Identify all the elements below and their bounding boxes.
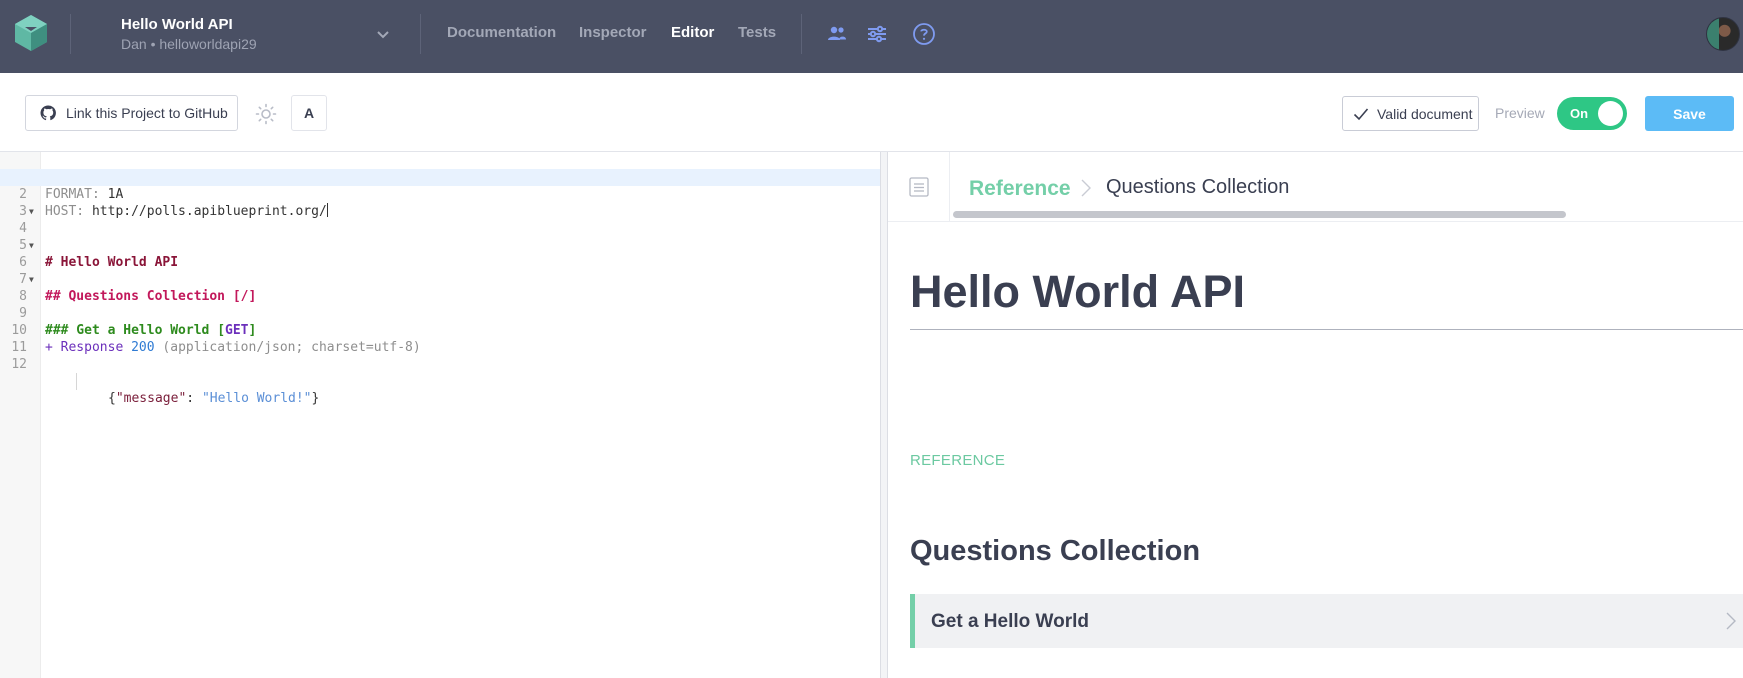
link-github-label: Link this Project to GitHub bbox=[66, 105, 228, 121]
breadcrumb-current: Questions Collection bbox=[1106, 176, 1290, 198]
line-number: 12 bbox=[11, 357, 27, 372]
nav-editor[interactable]: Editor bbox=[671, 24, 714, 41]
avatar[interactable] bbox=[1706, 17, 1740, 51]
fold-arrow-icon[interactable]: ▼ bbox=[29, 203, 34, 220]
chevron-right-icon bbox=[1726, 612, 1736, 630]
code-line[interactable]: 6 ▼ ## Questions Collection [/] bbox=[0, 237, 880, 304]
chevron-down-icon[interactable] bbox=[375, 26, 391, 42]
code-line[interactable]: 12 {"message": "Hello World!"} bbox=[0, 339, 880, 406]
link-github-button[interactable]: Link this Project to GitHub bbox=[25, 95, 238, 131]
team-icon[interactable] bbox=[825, 22, 849, 46]
code-line[interactable]: 11 bbox=[0, 322, 880, 355]
divider bbox=[801, 14, 802, 54]
code-editor[interactable]: 1 FORMAT: 1A 2 HOST: http://polls.apiblu… bbox=[0, 152, 880, 678]
valid-document-label: Valid document bbox=[1377, 105, 1473, 122]
pane-splitter[interactable] bbox=[880, 152, 888, 678]
valid-document-button[interactable]: Valid document bbox=[1342, 96, 1479, 131]
code-line[interactable]: 4 ▼ # Hello World API bbox=[0, 203, 880, 270]
top-bar: Hello World API Dan • helloworldapi29 Do… bbox=[0, 0, 1743, 73]
toc-toggle-box bbox=[888, 152, 950, 222]
code-line[interactable]: 7 bbox=[0, 254, 880, 287]
json-brace: } bbox=[311, 391, 320, 406]
preview-label: Preview bbox=[1495, 105, 1545, 121]
code-line[interactable]: 10 + Response 200 (application/json; cha… bbox=[0, 305, 880, 355]
documentation-preview: Reference Questions Collection Hello Wor… bbox=[888, 152, 1743, 678]
editor-toolbar: Link this Project to GitHub A Valid docu… bbox=[0, 73, 1743, 152]
resource-group-title: Questions Collection bbox=[910, 535, 1201, 567]
fold-arrow-icon[interactable]: ▼ bbox=[29, 271, 34, 288]
sun-icon[interactable] bbox=[254, 102, 278, 126]
chevron-right-icon bbox=[1081, 179, 1091, 197]
settings-sliders-icon[interactable] bbox=[865, 22, 889, 46]
code-line[interactable]: 5 bbox=[0, 220, 880, 253]
code-line[interactable]: 8 ▼ ### Get a Hello World [GET] bbox=[0, 271, 880, 338]
title-divider bbox=[910, 329, 1743, 330]
preview-toggle[interactable]: On bbox=[1557, 97, 1627, 130]
save-button[interactable]: Save bbox=[1645, 96, 1734, 131]
action-label: Get a Hello World bbox=[931, 611, 1090, 632]
indent-guide bbox=[76, 373, 77, 390]
font-size-button[interactable]: A bbox=[291, 95, 327, 131]
code-line[interactable]: 1 FORMAT: 1A bbox=[0, 152, 880, 202]
project-subtitle: Dan • helloworldapi29 bbox=[121, 36, 257, 52]
nav-inspector[interactable]: Inspector bbox=[579, 24, 647, 41]
divider bbox=[420, 14, 421, 54]
breadcrumb: Reference Questions Collection bbox=[888, 152, 1743, 222]
code-line-active[interactable]: 2 HOST: http://polls.apiblueprint.org/ bbox=[0, 169, 880, 219]
code-line[interactable]: 3 bbox=[0, 186, 880, 219]
toggle-knob bbox=[1598, 101, 1623, 126]
help-icon[interactable] bbox=[912, 22, 936, 46]
horizontal-scrollbar[interactable] bbox=[953, 211, 1566, 218]
json-string-value: "Hello World!" bbox=[201, 391, 312, 406]
nav-tests[interactable]: Tests bbox=[738, 24, 776, 41]
section-label: REFERENCE bbox=[910, 452, 1006, 469]
json-brace: { bbox=[108, 391, 116, 406]
toggle-state-label: On bbox=[1570, 106, 1589, 121]
checkmark-icon bbox=[1353, 107, 1369, 120]
action-row[interactable]: Get a Hello World bbox=[910, 594, 1743, 648]
code-line[interactable]: 9 bbox=[0, 288, 880, 321]
json-key: "message" bbox=[115, 391, 187, 406]
fold-arrow-icon[interactable]: ▼ bbox=[29, 237, 34, 254]
page-title: Hello World API bbox=[910, 266, 1246, 317]
project-title[interactable]: Hello World API bbox=[121, 16, 233, 33]
json-colon: : bbox=[186, 391, 202, 406]
github-icon bbox=[40, 105, 56, 121]
apiary-logo-icon[interactable] bbox=[11, 13, 51, 53]
breadcrumb-root-link[interactable]: Reference bbox=[969, 177, 1071, 201]
divider bbox=[70, 14, 71, 54]
table-of-contents-icon[interactable] bbox=[909, 177, 929, 197]
nav-documentation[interactable]: Documentation bbox=[447, 24, 556, 41]
